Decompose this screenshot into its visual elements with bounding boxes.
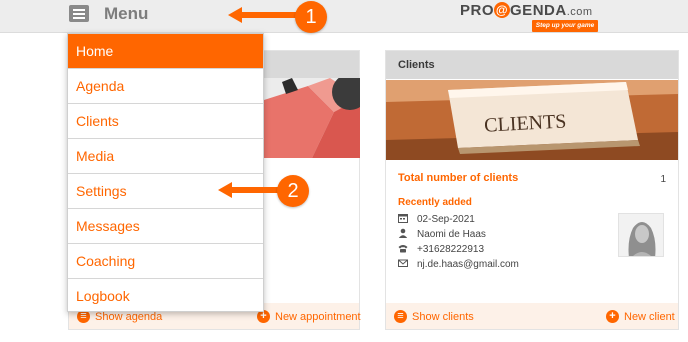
proagenda-logo: PRO @ GENDA.com Step up your game bbox=[460, 2, 610, 32]
clients-card-footer: ≡ Show clients + New client bbox=[386, 303, 678, 329]
list-icon[interactable]: ≡ bbox=[394, 310, 407, 323]
clients-card-title: Clients bbox=[386, 51, 678, 79]
menu-item-home[interactable]: Home bbox=[68, 34, 263, 69]
agenda-card-image bbox=[264, 78, 360, 158]
menu-item-clients[interactable]: Clients bbox=[68, 104, 263, 139]
person-icon bbox=[398, 228, 408, 238]
menu-item-agenda[interactable]: Agenda bbox=[68, 69, 263, 104]
recently-added-title: Recently added bbox=[398, 197, 472, 208]
calendar-icon bbox=[398, 214, 408, 223]
plus-icon[interactable]: + bbox=[606, 310, 619, 323]
total-clients-value: 1 bbox=[660, 174, 666, 185]
recent-name-row: Naomi de Haas bbox=[398, 228, 486, 242]
clients-folder-caption: CLIENTS bbox=[484, 110, 567, 136]
callout-arrow-2 bbox=[218, 181, 280, 199]
callout-badge-1: 1 bbox=[295, 1, 327, 33]
show-clients-link[interactable]: Show clients bbox=[412, 311, 474, 323]
recent-date-row: 02-Sep-2021 bbox=[398, 213, 475, 227]
menu-title[interactable]: Menu bbox=[104, 4, 148, 24]
menu-icon[interactable] bbox=[69, 5, 89, 22]
phone-icon bbox=[398, 245, 408, 253]
main-menu-dropdown: Home Agenda Clients Media Settings Messa… bbox=[67, 33, 264, 312]
callout-badge-2: 2 bbox=[277, 175, 309, 207]
menu-item-coaching[interactable]: Coaching bbox=[68, 244, 263, 279]
recent-phone-row: +31628222913 bbox=[398, 243, 484, 257]
menu-item-media[interactable]: Media bbox=[68, 139, 263, 174]
menu-item-logbook[interactable]: Logbook bbox=[68, 279, 263, 314]
recent-client-phone: +31628222913 bbox=[417, 244, 485, 255]
new-appointment-link[interactable]: New appointment bbox=[275, 311, 361, 323]
clients-card-image: CLIENTS bbox=[386, 80, 678, 160]
total-clients-row: Total number of clients 1 bbox=[398, 172, 666, 185]
new-client-link[interactable]: New client bbox=[624, 311, 675, 323]
total-clients-label[interactable]: Total number of clients bbox=[398, 172, 666, 184]
top-bar: Menu PRO @ GENDA.com Step up your game bbox=[0, 0, 688, 33]
client-avatar bbox=[618, 213, 664, 257]
callout-arrow-1 bbox=[228, 6, 298, 24]
recent-date: 02-Sep-2021 bbox=[417, 214, 475, 225]
logo-tagline: Step up your game bbox=[532, 20, 598, 32]
clients-card: Clients CLIENTS Total number of clients … bbox=[385, 50, 679, 330]
menu-item-messages[interactable]: Messages bbox=[68, 209, 263, 244]
envelope-icon bbox=[398, 259, 408, 267]
recent-client-email[interactable]: nj.de.haas@gmail.com bbox=[417, 259, 519, 270]
recent-client-name[interactable]: Naomi de Haas bbox=[417, 229, 486, 240]
recent-email-row: nj.de.haas@gmail.com bbox=[398, 258, 519, 272]
